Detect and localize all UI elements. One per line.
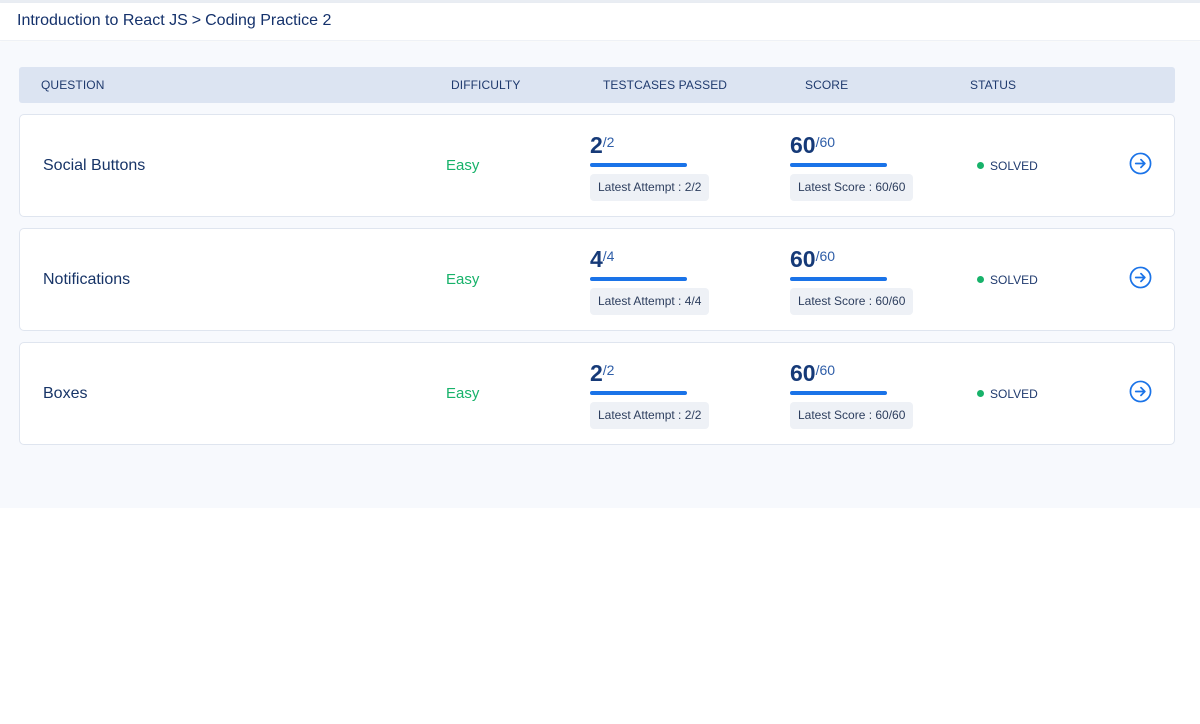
question-name[interactable]: Notifications [43, 271, 130, 289]
breadcrumb-current-page: Coding Practice 2 [205, 12, 332, 29]
testcases-progress-bar [590, 391, 687, 395]
testcases-total-value: /4 [602, 248, 615, 264]
difficulty-label: Easy [446, 271, 480, 288]
difficulty-label: Easy [446, 385, 480, 402]
status-badge: SOLVED [977, 387, 1038, 401]
question-name[interactable]: Boxes [43, 385, 87, 403]
score-metric: 60/60 Latest Score : 60/60 [790, 360, 914, 429]
arrow-right-circle-icon[interactable] [1129, 266, 1152, 289]
table-header: QUESTION DIFFICULTY TESTCASES PASSED SCO… [19, 67, 1175, 103]
header-question: QUESTION [41, 78, 105, 92]
questions-panel: QUESTION DIFFICULTY TESTCASES PASSED SCO… [0, 42, 1200, 508]
latest-score-badge: Latest Score : 60/60 [790, 288, 914, 315]
question-row[interactable]: Boxes Easy 2/2 Latest Attempt : 2/2 60/6… [19, 342, 1175, 445]
latest-attempt-badge: Latest Attempt : 2/2 [590, 402, 710, 429]
testcases-passed-value: 4 [590, 246, 603, 272]
testcases-metric: 2/2 Latest Attempt : 2/2 [590, 132, 710, 201]
score-total-value: /60 [815, 248, 836, 264]
status-badge: SOLVED [977, 159, 1038, 173]
breadcrumb-course-link[interactable]: Introduction to React JS [17, 12, 188, 30]
testcases-progress-bar [590, 163, 687, 167]
header-score: SCORE [805, 78, 849, 92]
latest-attempt-badge: Latest Attempt : 4/4 [590, 288, 710, 315]
status-label: SOLVED [990, 159, 1038, 173]
arrow-right-circle-icon[interactable] [1129, 152, 1152, 175]
testcases-passed-value: 2 [590, 132, 603, 158]
testcases-metric: 4/4 Latest Attempt : 4/4 [590, 246, 710, 315]
question-row[interactable]: Notifications Easy 4/4 Latest Attempt : … [19, 228, 1175, 331]
latest-attempt-badge: Latest Attempt : 2/2 [590, 174, 710, 201]
difficulty-label: Easy [446, 157, 480, 174]
status-badge: SOLVED [977, 273, 1038, 287]
score-value: 60 [790, 246, 816, 272]
testcases-metric: 2/2 Latest Attempt : 2/2 [590, 360, 710, 429]
status-label: SOLVED [990, 387, 1038, 401]
status-dot-icon [977, 162, 984, 169]
testcases-passed-value: 2 [590, 360, 603, 386]
page-header: Introduction to React JS > Coding Practice… [0, 3, 1200, 41]
status-label: SOLVED [990, 273, 1038, 287]
score-metric: 60/60 Latest Score : 60/60 [790, 246, 914, 315]
score-value: 60 [790, 360, 816, 386]
score-metric: 60/60 Latest Score : 60/60 [790, 132, 914, 201]
header-status: STATUS [970, 78, 1017, 92]
score-value: 60 [790, 132, 816, 158]
arrow-right-circle-icon[interactable] [1129, 380, 1152, 403]
score-progress-bar [790, 391, 887, 395]
latest-score-badge: Latest Score : 60/60 [790, 174, 914, 201]
status-dot-icon [977, 276, 984, 283]
score-total-value: /60 [815, 134, 836, 150]
header-difficulty: DIFFICULTY [451, 78, 521, 92]
score-progress-bar [790, 277, 887, 281]
score-progress-bar [790, 163, 887, 167]
question-row[interactable]: Social Buttons Easy 2/2 Latest Attempt :… [19, 114, 1175, 217]
breadcrumb: Introduction to React JS > Coding Practice… [17, 12, 331, 30]
score-total-value: /60 [815, 362, 836, 378]
testcases-total-value: /2 [602, 362, 615, 378]
testcases-progress-bar [590, 277, 687, 281]
testcases-total-value: /2 [602, 134, 615, 150]
header-testcases-passed: TESTCASES PASSED [603, 78, 728, 92]
question-name[interactable]: Social Buttons [43, 157, 145, 175]
latest-score-badge: Latest Score : 60/60 [790, 402, 914, 429]
breadcrumb-separator: > [191, 12, 202, 29]
status-dot-icon [977, 390, 984, 397]
